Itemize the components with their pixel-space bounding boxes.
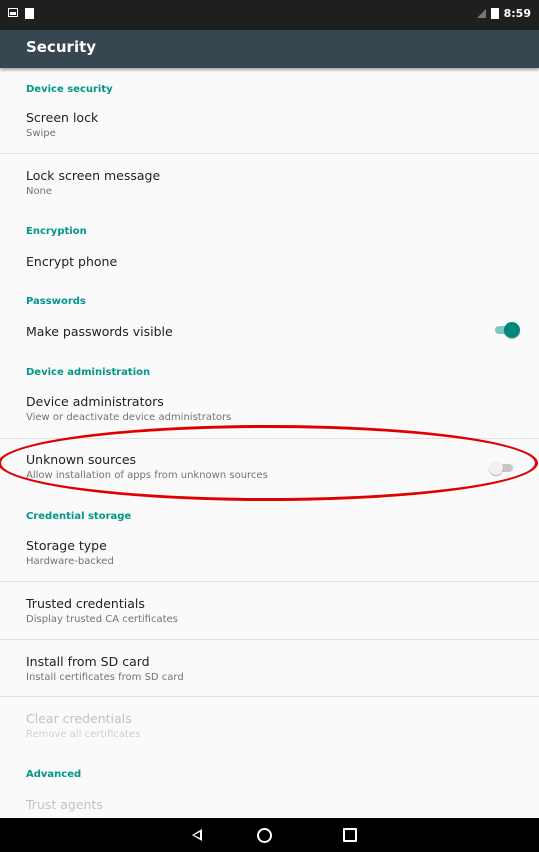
back-button[interactable] (177, 818, 217, 852)
pref-summary: Swipe (26, 128, 56, 139)
document-icon (25, 8, 34, 19)
category-device-security: Device security (26, 84, 113, 95)
category-credential-storage: Credential storage (26, 511, 132, 522)
pref-title: Device administrators (26, 394, 164, 409)
pref-title: Install from SD card (26, 654, 150, 669)
pref-title: Trusted credentials (26, 596, 145, 611)
category-encryption: Encryption (26, 226, 87, 237)
recent-apps-button[interactable] (330, 818, 370, 852)
recent-apps-icon (343, 828, 357, 842)
pref-summary: None (26, 186, 53, 197)
home-button[interactable] (244, 818, 284, 852)
home-icon (256, 827, 272, 843)
pref-title: Clear credentials (26, 711, 132, 726)
pref-device-administrators[interactable]: Device administrators View or deactivate… (0, 388, 539, 436)
status-bar: 8:59 (0, 0, 539, 30)
divider (0, 696, 539, 697)
status-time: 8:59 (503, 7, 531, 20)
pref-unknown-sources[interactable]: Unknown sources Allow installation of ap… (0, 446, 539, 494)
divider (0, 639, 539, 640)
battery-icon (490, 8, 499, 19)
pref-install-from-sd-card[interactable]: Install from SD card Install certificate… (0, 648, 539, 696)
pref-title: Storage type (26, 538, 107, 553)
pref-title: Trust agents (26, 797, 103, 812)
pref-encrypt-phone[interactable]: Encrypt phone (0, 248, 539, 278)
pref-title: Unknown sources (26, 452, 137, 467)
navigation-bar (0, 818, 539, 852)
passwords-visible-toggle[interactable] (493, 322, 520, 338)
divider (0, 581, 539, 582)
category-device-administration: Device administration (26, 367, 151, 378)
divider (0, 438, 539, 439)
pref-summary: Hardware-backed (26, 556, 114, 567)
pref-summary: Allow installation of apps from unknown … (26, 470, 268, 481)
pref-trusted-credentials[interactable]: Trusted credentials Display trusted CA c… (0, 590, 539, 638)
pref-summary: Display trusted CA certificates (26, 614, 178, 625)
image-icon (8, 8, 18, 17)
divider (0, 153, 539, 154)
pref-make-passwords-visible[interactable]: Make passwords visible (0, 318, 539, 348)
pref-storage-type[interactable]: Storage type Hardware-backed (0, 532, 539, 580)
pref-title: Screen lock (26, 110, 99, 125)
pref-title: Lock screen message (26, 168, 161, 183)
category-advanced: Advanced (26, 769, 82, 780)
pref-summary: Install certificates from SD card (26, 672, 184, 683)
pref-lock-screen-message[interactable]: Lock screen message None (0, 162, 539, 210)
pref-summary: Remove all certificates (26, 729, 141, 740)
pref-summary: View or deactivate device administrators (26, 412, 232, 423)
settings-list[interactable]: Device security Screen lock Swipe Lock s… (0, 68, 539, 818)
toggle-thumb (489, 461, 503, 475)
page-title: Security (26, 38, 97, 56)
toggle-thumb (504, 322, 520, 338)
pref-title: Encrypt phone (26, 254, 118, 269)
pref-title: Make passwords visible (26, 324, 173, 339)
category-passwords: Passwords (26, 296, 86, 307)
app-bar: Security (0, 30, 539, 68)
pref-screen-lock[interactable]: Screen lock Swipe (0, 104, 539, 152)
back-icon (192, 829, 202, 841)
pref-trust-agents: Trust agents (0, 791, 539, 818)
pref-clear-credentials: Clear credentials Remove all certificate… (0, 705, 539, 753)
signal-icon (476, 9, 486, 18)
unknown-sources-toggle[interactable] (489, 460, 515, 476)
